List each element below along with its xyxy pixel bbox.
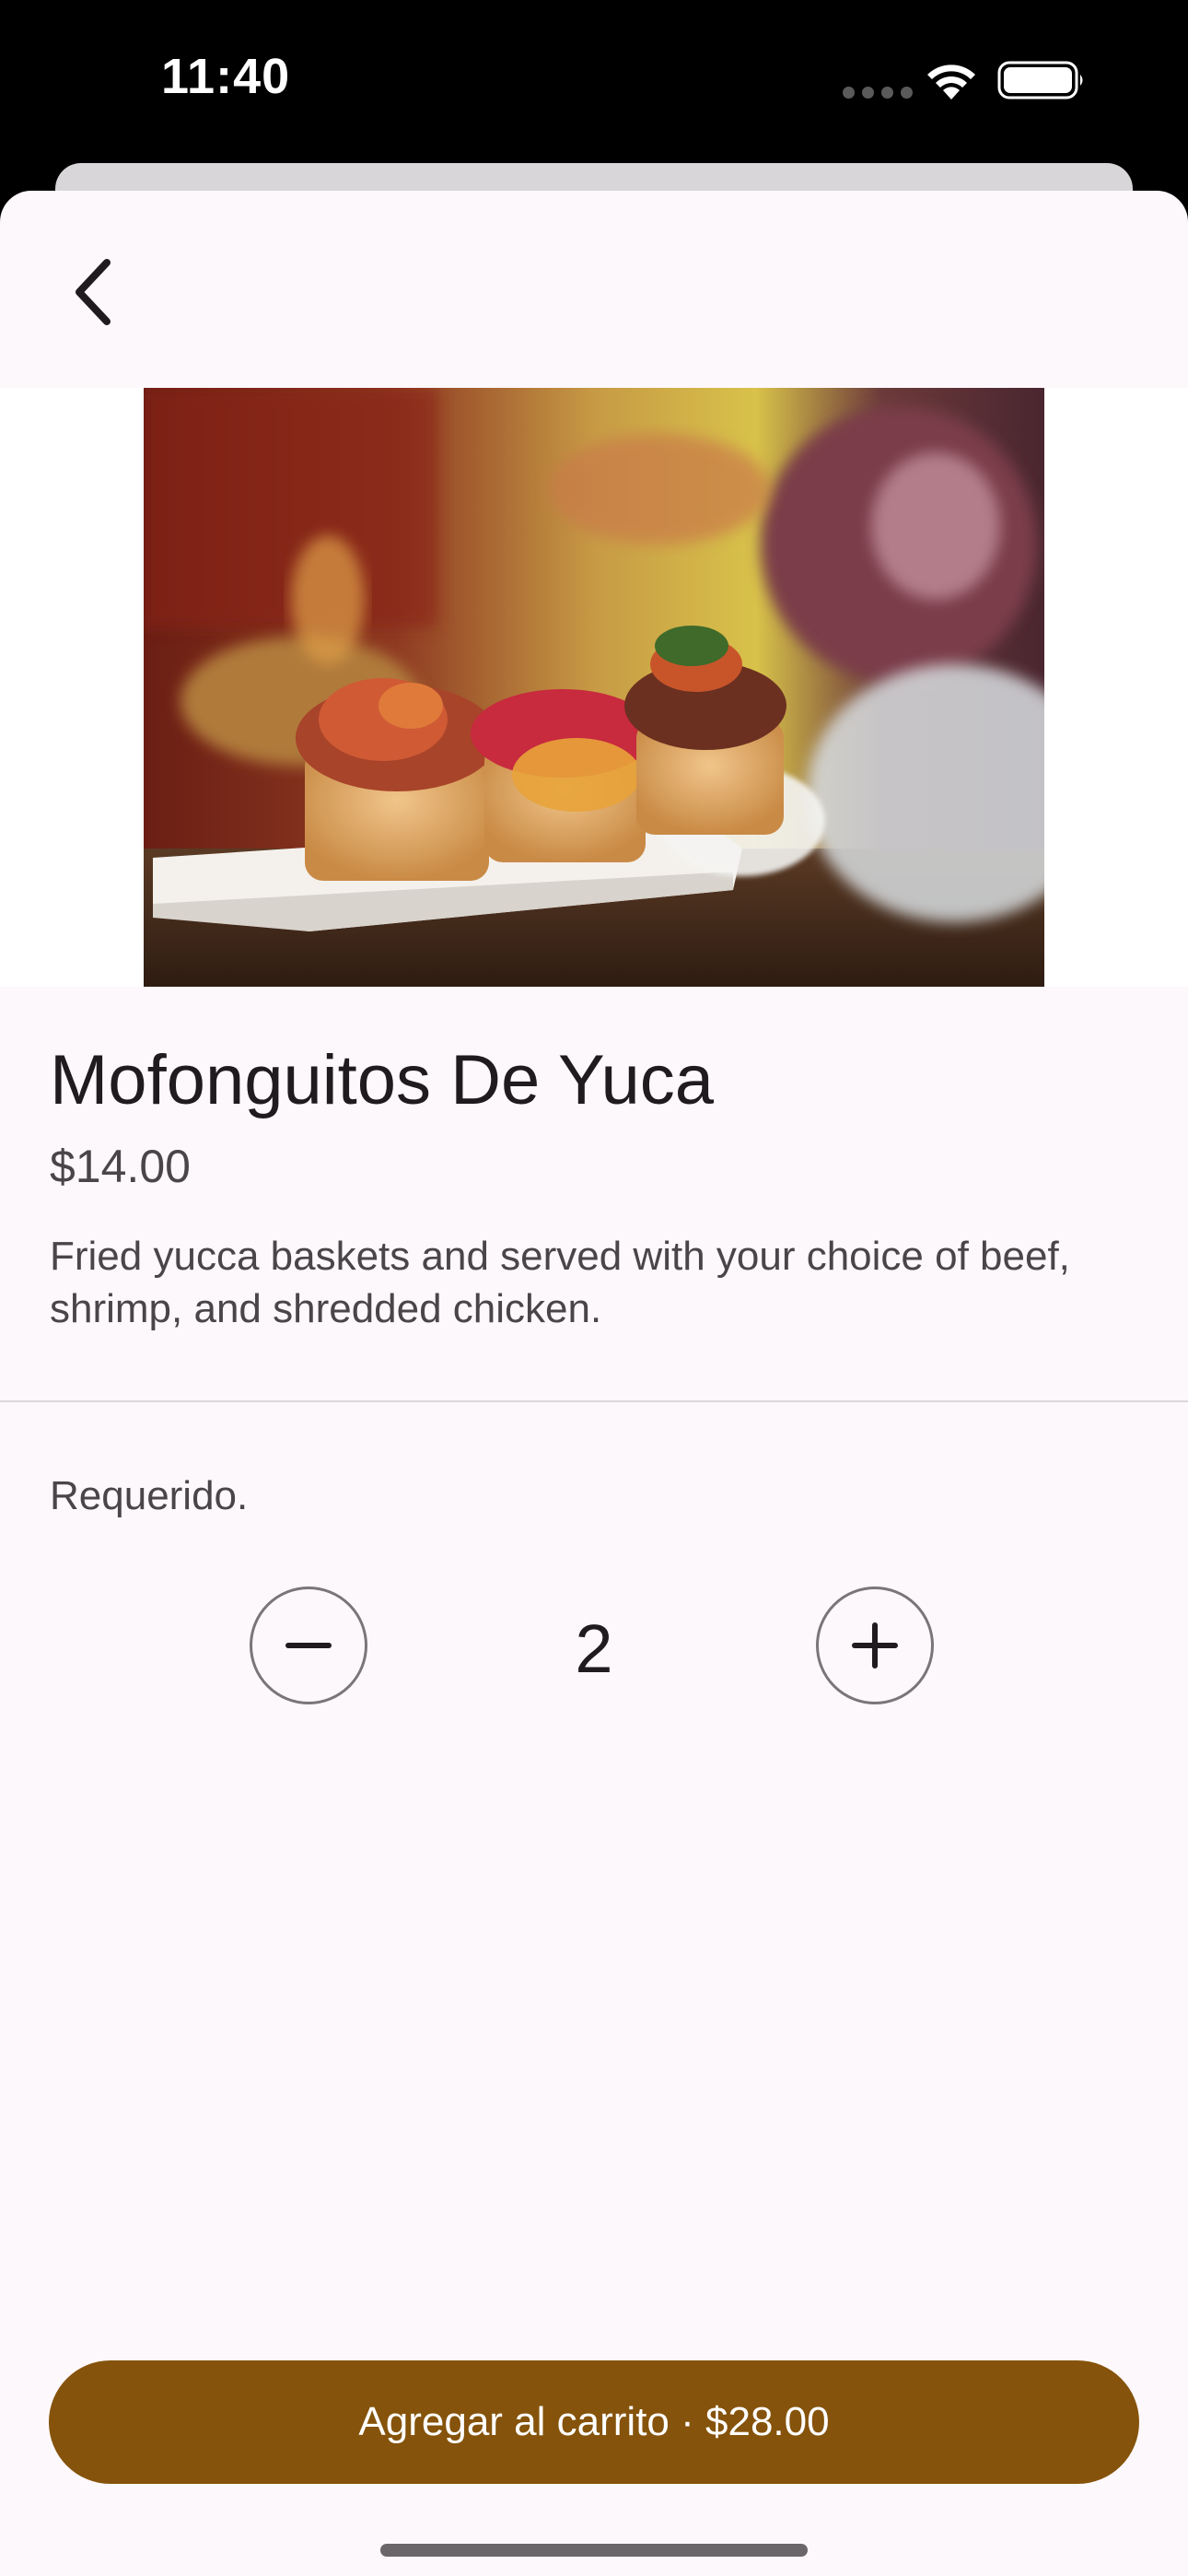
battery-icon	[997, 61, 1083, 100]
chevron-left-icon	[76, 259, 111, 325]
status-bar: 11:40	[0, 0, 1188, 184]
product-description: Fried yucca baskets and served with your…	[50, 1234, 1070, 1331]
product-price: $14.00	[50, 1141, 191, 1192]
wifi-icon	[927, 64, 975, 100]
section-divider	[0, 1400, 1188, 1402]
image-band	[0, 388, 1188, 987]
product-image	[144, 388, 1044, 987]
decrement-button[interactable]	[250, 1587, 367, 1704]
required-label: Requerido.	[50, 1473, 249, 1518]
plus-icon	[852, 1622, 898, 1669]
status-time: 11:40	[161, 49, 291, 104]
home-indicator	[380, 2544, 808, 2557]
product-detail-sheet: Mofonguitos De Yuca $14.00 Fried yucca b…	[0, 191, 1188, 2576]
quantity-value: 2	[575, 1610, 613, 1687]
add-to-cart-button[interactable]: Agregar al carrito · $28.00	[49, 2360, 1139, 2484]
minus-icon	[285, 1643, 332, 1648]
back-button[interactable]	[55, 246, 129, 338]
fried-yucca-photo	[144, 388, 1044, 987]
signal-dots-icon	[843, 87, 913, 99]
product-name: Mofonguitos De Yuca	[50, 1041, 715, 1119]
increment-button[interactable]	[816, 1587, 934, 1704]
